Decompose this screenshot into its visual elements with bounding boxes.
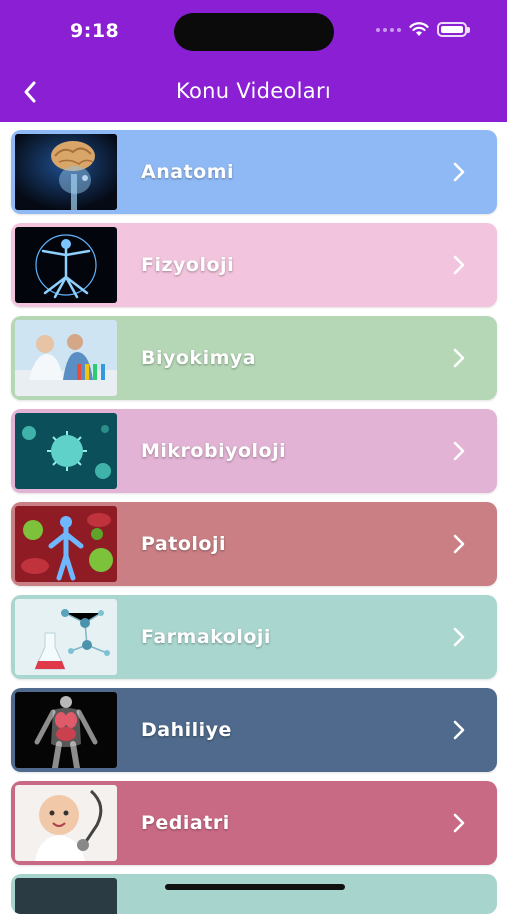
topic-thumbnail — [15, 227, 117, 303]
chevron-right-icon — [453, 162, 465, 182]
topic-label: Fizyoloji — [141, 254, 235, 276]
topic-card-biyokimya[interactable]: Biyokimya — [11, 316, 497, 400]
topic-label: Dahiliye — [141, 719, 232, 741]
topic-card-patoloji[interactable]: Patoloji — [11, 502, 497, 586]
baby-stethoscope-image — [15, 785, 117, 861]
body-with-pathogens-image — [15, 506, 117, 582]
topic-thumbnail — [15, 692, 117, 768]
internal-organs-image — [15, 692, 117, 768]
topic-card-farmakoloji[interactable]: Farmakoloji — [11, 595, 497, 679]
topic-card-dahiliye[interactable]: Dahiliye — [11, 688, 497, 772]
topic-label: Patoloji — [141, 533, 226, 555]
topic-card-pediatri[interactable]: Pediatri — [11, 781, 497, 865]
topic-thumbnail — [15, 413, 117, 489]
virus-image — [15, 413, 117, 489]
topic-card-fizyoloji[interactable]: Fizyoloji — [11, 223, 497, 307]
topic-card-anatomi[interactable]: Anatomi — [11, 130, 497, 214]
topic-card-mikrobiyoloji[interactable]: Mikrobiyoloji — [11, 409, 497, 493]
topic-label: Mikrobiyoloji — [141, 440, 287, 462]
chevron-right-icon — [453, 813, 465, 833]
status-time: 9:18 — [70, 20, 120, 42]
chevron-right-icon — [453, 720, 465, 740]
topic-label: Biyokimya — [141, 347, 257, 369]
topic-list: Anatomi Fizyoloji Biyokimya Mikrobiyoloj… — [11, 130, 497, 874]
topic-card-partial[interactable] — [11, 874, 497, 914]
page-title: Konu Videoları — [175, 79, 332, 103]
molecule-flask-image — [15, 599, 117, 675]
topic-thumbnail — [15, 599, 117, 675]
topic-label: Anatomi — [141, 161, 234, 183]
topic-thumbnail — [15, 320, 117, 396]
dynamic-island — [174, 13, 334, 51]
cellular-signal-icon — [376, 27, 401, 32]
status-icons — [376, 22, 470, 37]
topic-thumbnail — [15, 506, 117, 582]
chevron-right-icon — [453, 348, 465, 368]
chevron-right-icon — [453, 627, 465, 647]
brain-skeleton-image — [15, 134, 117, 210]
app-header: 9:18 Konu Videoları — [0, 0, 507, 122]
battery-icon — [437, 22, 470, 37]
home-indicator[interactable] — [165, 884, 345, 890]
chevron-right-icon — [453, 534, 465, 554]
wifi-icon — [409, 22, 429, 36]
lab-scientists-image — [15, 320, 117, 396]
topic-thumbnail — [15, 134, 117, 210]
vitruvian-body-image — [15, 227, 117, 303]
topic-label: Pediatri — [141, 812, 230, 834]
topic-label: Farmakoloji — [141, 626, 271, 648]
topic-thumbnail — [15, 785, 117, 861]
chevron-right-icon — [453, 255, 465, 275]
chevron-right-icon — [453, 441, 465, 461]
topic-thumbnail — [15, 878, 117, 914]
